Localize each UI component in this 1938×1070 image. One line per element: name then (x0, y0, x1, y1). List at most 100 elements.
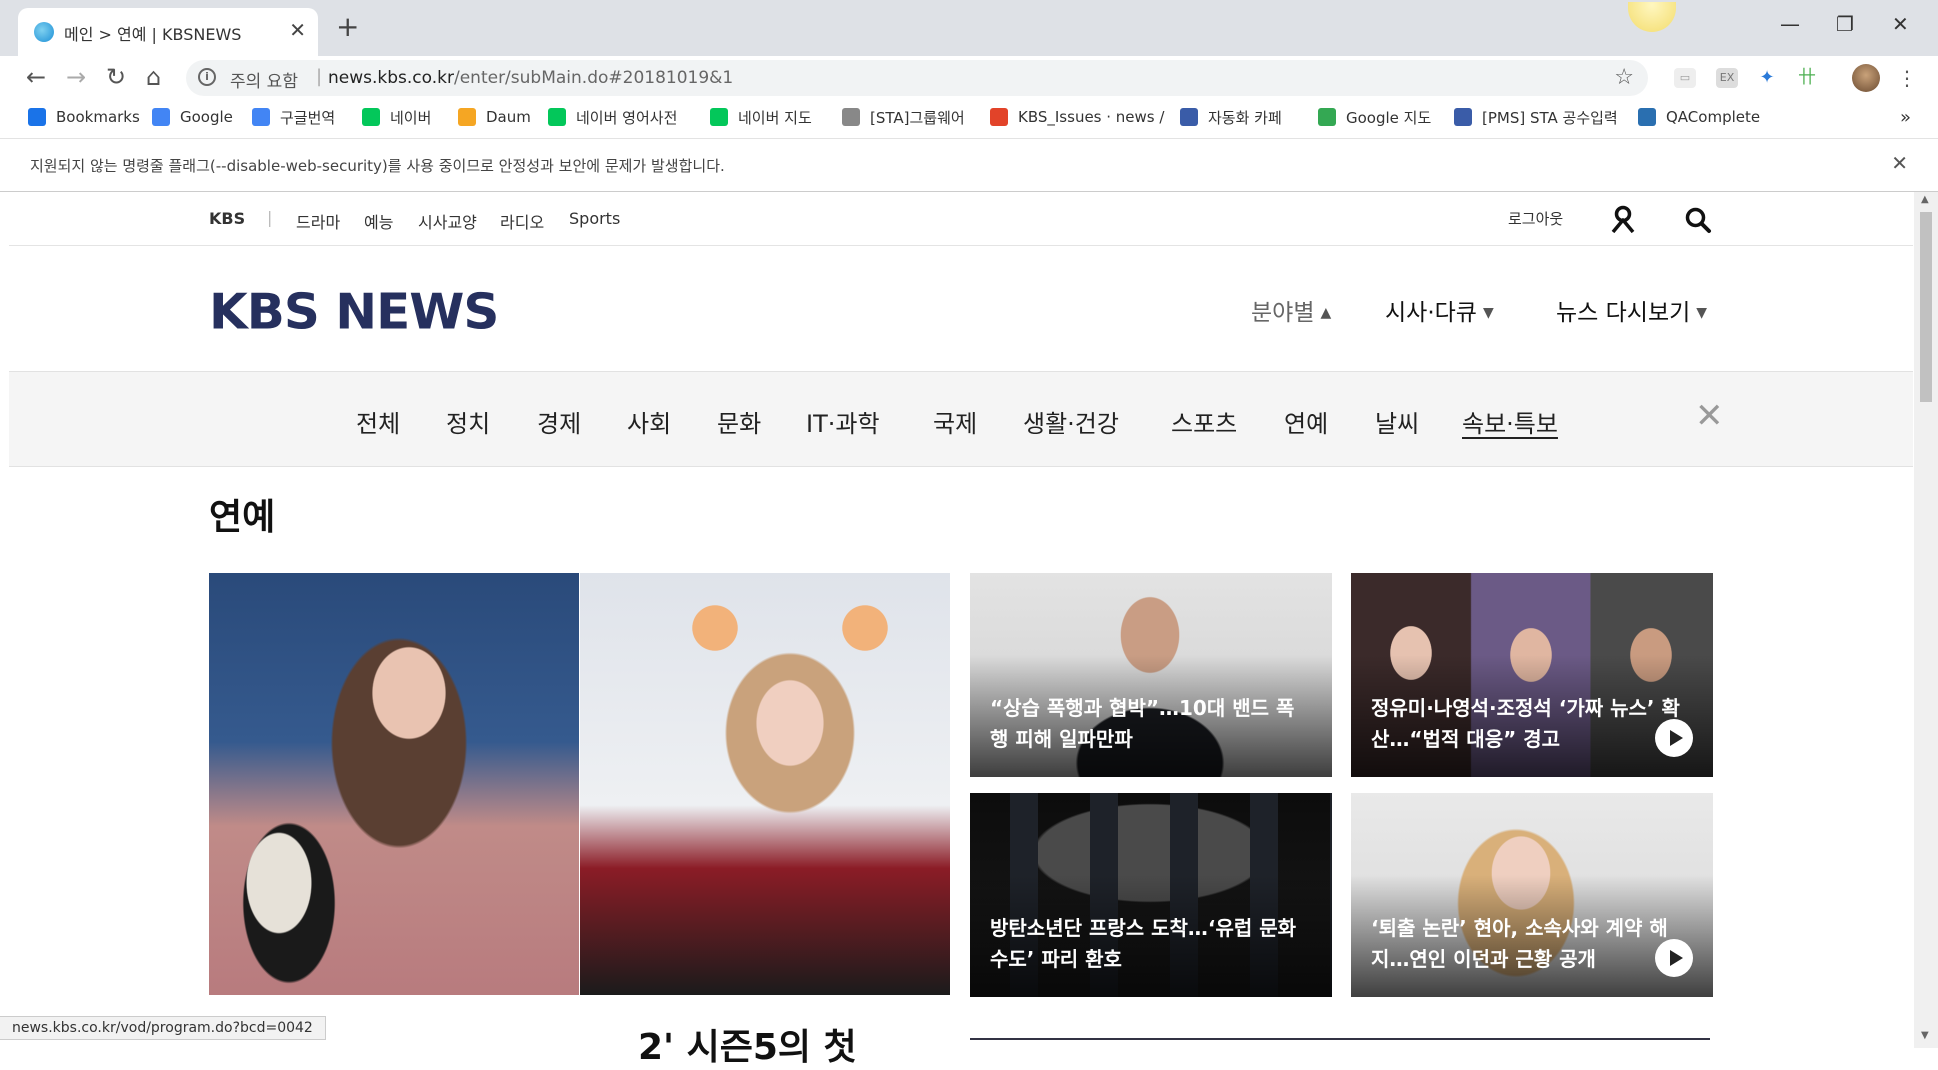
article-caption[interactable]: “상습 폭행과 협박”…10대 밴드 폭행 피해 일파만파 (990, 693, 1312, 755)
featured-article-image[interactable] (209, 573, 950, 995)
tab-title: 메인 > 연예 | KBSNEWS (64, 25, 242, 44)
bookmark-label: QAComplete (1666, 108, 1761, 126)
bookmark-item[interactable]: [PMS] STA 공수입력 (1454, 104, 1618, 130)
new-tab-button[interactable]: + (336, 12, 359, 42)
article-card[interactable]: “상습 폭행과 협박”…10대 밴드 폭행 피해 일파만파 (970, 573, 1332, 777)
topnav-variety[interactable]: 예능 (364, 209, 393, 233)
tab-close-icon[interactable]: ✕ (289, 18, 306, 42)
close-window-button[interactable]: ✕ (1892, 12, 1909, 36)
article-caption[interactable]: ‘퇴출 논란’ 현아, 소속사와 계약 해지…연인 이던과 근황 공개 (1371, 913, 1693, 975)
topnav-drama[interactable]: 드라마 (296, 209, 340, 233)
category-sports[interactable]: 스포츠 (1171, 404, 1237, 439)
category-life-health[interactable]: 생활·건강 (1023, 404, 1119, 439)
partial-headline[interactable]: 2' 시즌5의 첫 (638, 1018, 857, 1070)
bookmark-item[interactable]: 네이버 (362, 104, 431, 130)
daum-icon (458, 108, 476, 126)
reload-button[interactable]: ↻ (106, 62, 126, 92)
bookmark-label: KBS_Issues · news / (1018, 108, 1165, 126)
article-caption[interactable]: 방탄소년단 프랑스 도착…‘유럽 문화수도’ 파리 환호 (990, 913, 1312, 975)
category-economy[interactable]: 경제 (537, 404, 581, 439)
category-weather[interactable]: 날씨 (1375, 404, 1419, 439)
logout-link[interactable]: 로그아웃 (1508, 208, 1563, 229)
kite-extension-icon[interactable]: ✦ (1756, 68, 1778, 88)
web-page: KBS | 드라마 예능 시사교양 라디오 Sports 로그아웃 KBS NE… (9, 192, 1913, 1048)
bookmarks-more-icon[interactable]: » (1900, 104, 1911, 130)
omnibox-separator: | (316, 66, 323, 87)
kbs-link[interactable]: KBS (209, 209, 245, 228)
bookmark-item[interactable]: [STA]그룹웨어 (842, 104, 965, 130)
category-it-science[interactable]: IT·과학 (806, 404, 880, 439)
menu-by-field[interactable]: 분야별 ▲ (1251, 293, 1331, 327)
article-card[interactable]: 정유미·나영석·조정석 ‘가짜 뉴스’ 확산…“법적 대응” 경고 (1351, 573, 1713, 777)
topnav-radio[interactable]: 라디오 (500, 209, 544, 233)
category-world[interactable]: 국제 (933, 404, 977, 439)
topnav-sports[interactable]: Sports (569, 209, 620, 228)
bookmark-label: 구글번역 (280, 108, 336, 127)
extension-icon[interactable]: ▭ (1674, 68, 1696, 88)
article-card[interactable]: ‘퇴출 논란’ 현아, 소속사와 계약 해지…연인 이던과 근황 공개 (1351, 793, 1713, 997)
menu-news-replay[interactable]: 뉴스 다시보기 ▼ (1556, 293, 1707, 327)
bookmark-item[interactable]: KBS_Issues · news / (990, 104, 1164, 130)
bookmark-item[interactable]: Google 지도 (1318, 104, 1431, 130)
bookmark-label: 네이버 지도 (738, 108, 812, 127)
security-label[interactable]: 주의 요함 (230, 67, 298, 92)
scroll-down-icon[interactable]: ▼ (1921, 1030, 1929, 1041)
google-icon (152, 108, 170, 126)
bookmark-item[interactable]: Daum (458, 104, 531, 130)
category-society[interactable]: 사회 (627, 404, 671, 439)
browser-tab[interactable]: 메인 > 연예 | KBSNEWS ✕ (18, 8, 318, 56)
tab-strip: 메인 > 연예 | KBSNEWS ✕ + — ❐ ✕ (0, 0, 1938, 56)
bookmark-item[interactable]: 구글번역 (252, 104, 335, 130)
user-icon[interactable] (1610, 205, 1636, 233)
restore-button[interactable]: ❐ (1836, 12, 1854, 36)
play-icon[interactable] (1655, 719, 1693, 757)
back-button[interactable]: ← (26, 62, 46, 92)
category-breaking[interactable]: 속보·특보 (1462, 404, 1558, 439)
category-politics[interactable]: 정치 (446, 404, 490, 439)
info-icon[interactable]: i (198, 68, 216, 86)
bookmark-star-icon[interactable]: ☆ (1614, 65, 1634, 90)
category-entertainment[interactable]: 연예 (1284, 404, 1328, 439)
address-bar[interactable]: i 주의 요함 | news.kbs.co.kr/enter/subMain.d… (186, 60, 1648, 96)
naver-icon (362, 108, 380, 126)
bookmark-item[interactable]: 네이버 지도 (710, 104, 812, 130)
menu-icon[interactable]: ⋮ (1896, 68, 1918, 88)
page-icon (842, 108, 860, 126)
page-scrollbar[interactable]: ▲ ▼ (1914, 192, 1938, 1048)
category-culture[interactable]: 문화 (717, 404, 761, 439)
scroll-thumb[interactable] (1920, 212, 1932, 402)
scroll-up-icon[interactable]: ▲ (1921, 194, 1929, 205)
topnav-culture[interactable]: 시사교양 (418, 209, 477, 233)
search-icon[interactable] (1684, 206, 1712, 234)
ladder-extension-icon[interactable]: 卄 (1796, 68, 1818, 88)
profile-avatar[interactable] (1852, 64, 1880, 92)
kbs-news-logo[interactable]: KBS NEWS (209, 284, 499, 341)
category-close-icon[interactable]: ✕ (1695, 396, 1724, 436)
menu-current-affairs[interactable]: 시사·다큐 ▼ (1385, 293, 1494, 327)
dict-icon (548, 108, 566, 126)
category-all[interactable]: 전체 (356, 404, 400, 439)
status-bar-url: news.kbs.co.kr/vod/program.do?bcd=0042 (0, 1016, 326, 1040)
url-text[interactable]: news.kbs.co.kr/enter/subMain.do#20181019… (328, 68, 733, 88)
bookmark-item[interactable]: QAComplete (1638, 104, 1760, 130)
minimize-button[interactable]: — (1780, 12, 1800, 36)
bookmark-item[interactable]: 네이버 영어사전 (548, 104, 677, 130)
bookmark-item[interactable]: Google (152, 104, 233, 130)
ex-extension-icon[interactable]: EX (1716, 68, 1738, 88)
bookmark-item[interactable]: Bookmarks (28, 104, 140, 130)
home-button[interactable]: ⌂ (146, 62, 161, 92)
forward-button[interactable]: → (66, 62, 86, 92)
infobar-close-icon[interactable]: ✕ (1891, 151, 1908, 175)
profile-decoration-icon (1628, 2, 1676, 32)
bookmark-item[interactable]: 자동화 카페 (1180, 104, 1282, 130)
translate-icon (252, 108, 270, 126)
bookmark-label: 자동화 카페 (1208, 108, 1282, 127)
article-card[interactable]: 방탄소년단 프랑스 도착…‘유럽 문화수도’ 파리 환호 (970, 793, 1332, 997)
qa-icon (1638, 108, 1656, 126)
infobar-message: 지원되지 않는 명령줄 플래그(--disable-web-security)를… (30, 157, 725, 175)
caret-down-icon: ▼ (1696, 305, 1708, 321)
article-caption[interactable]: 정유미·나영석·조정석 ‘가짜 뉴스’ 확산…“법적 대응” 경고 (1371, 693, 1693, 755)
play-icon[interactable] (1655, 939, 1693, 977)
section-divider (970, 1038, 1710, 1040)
pms-icon (1454, 108, 1472, 126)
